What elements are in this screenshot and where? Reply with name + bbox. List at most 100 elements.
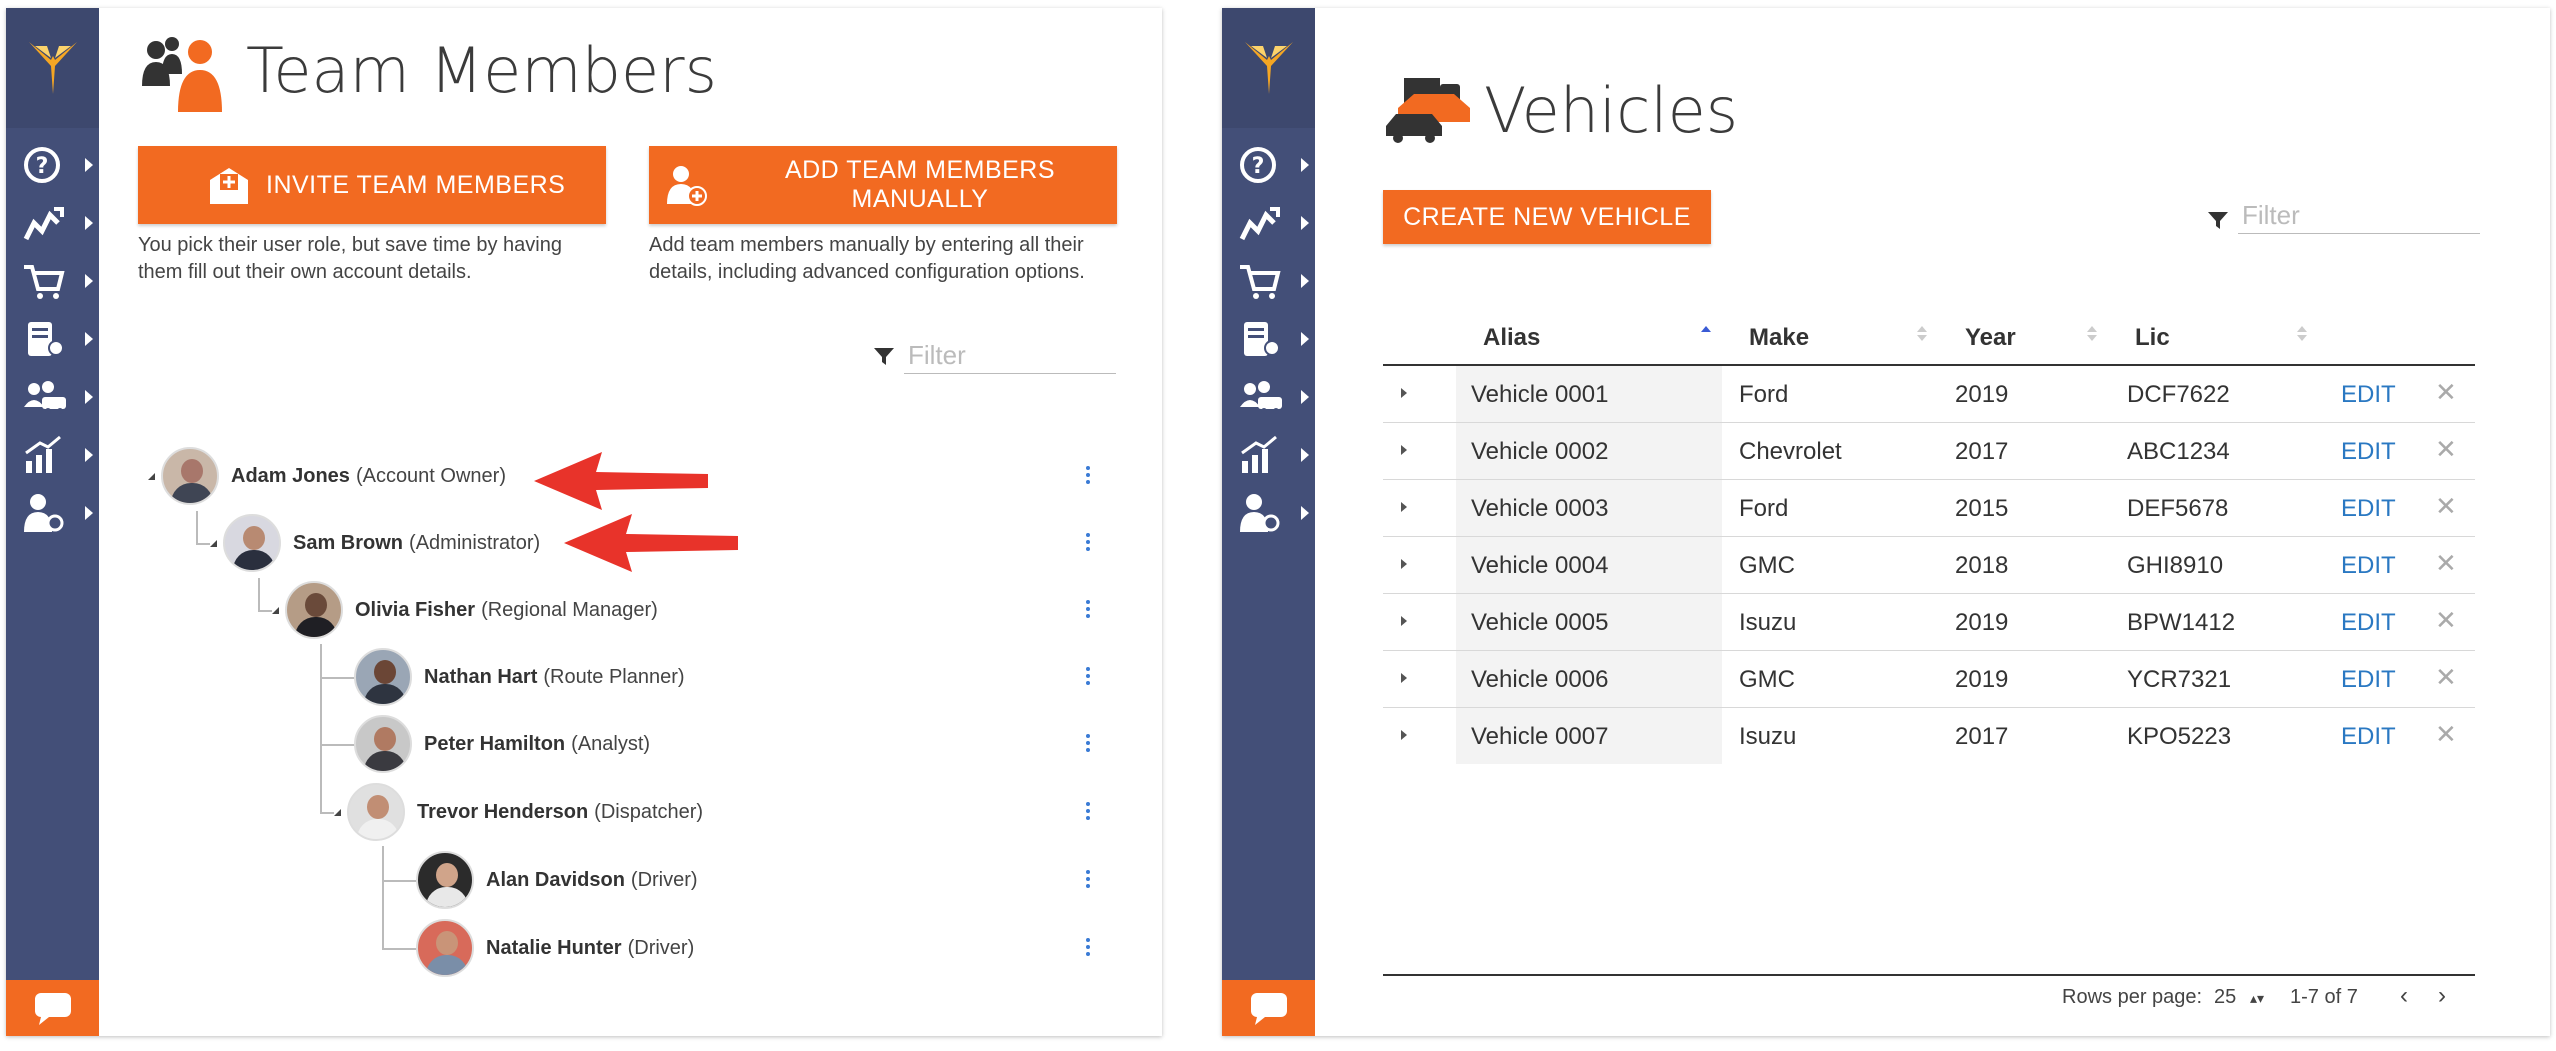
member-name: Adam Jones <box>231 464 350 487</box>
kebab-menu-icon[interactable] <box>1086 667 1092 687</box>
collapse-toggle-icon[interactable] <box>148 472 155 480</box>
prev-page-button[interactable]: ‹ <box>2400 982 2408 1010</box>
sidebar-item-address-book[interactable] <box>1222 310 1315 368</box>
kebab-menu-icon[interactable] <box>1086 600 1092 620</box>
create-new-vehicle-button[interactable]: CREATE NEW VEHICLE <box>1383 190 1711 244</box>
cell-year: 2017 <box>1955 438 2009 465</box>
table-row[interactable]: Vehicle 0003 Ford 2015 DEF5678 EDIT ✕ <box>1383 480 2475 537</box>
edit-link[interactable]: EDIT <box>2341 552 2396 580</box>
sidebar-item-address-book[interactable] <box>6 310 99 368</box>
edit-link[interactable]: EDIT <box>2341 438 2396 466</box>
kebab-menu-icon[interactable] <box>1086 734 1092 754</box>
table-row[interactable]: Vehicle 0001 Ford 2019 DCF7622 EDIT ✕ <box>1383 366 2475 423</box>
kebab-menu-icon[interactable] <box>1086 533 1092 553</box>
invite-description: You pick their user role, but save time … <box>138 234 562 283</box>
select-arrows-icon[interactable]: ▴▾ <box>2250 990 2264 1007</box>
svg-text:?: ? <box>1252 154 1265 179</box>
chat-button[interactable] <box>6 980 99 1036</box>
tree-row-analyst[interactable]: Peter Hamilton (Analyst) <box>354 714 650 774</box>
sidebar-item-routes[interactable] <box>6 194 99 252</box>
vehicle-filter-input[interactable] <box>2238 198 2480 234</box>
tree-row-driver-1[interactable]: Alan Davidson (Driver) <box>416 850 698 910</box>
sidebar-item-fleet[interactable] <box>6 368 99 426</box>
tree-row-regional-manager[interactable]: Olivia Fisher (Regional Manager) <box>272 580 658 640</box>
tree-row-account-owner[interactable]: Adam Jones (Account Owner) <box>148 446 506 506</box>
expand-row-icon[interactable] <box>1401 388 1407 398</box>
expand-row-icon[interactable] <box>1401 559 1407 569</box>
tree-row-dispatcher[interactable]: Trevor Henderson (Dispatcher) <box>334 782 703 842</box>
add-team-members-manually-button[interactable]: ADD TEAM MEMBERS MANUALLY <box>649 146 1117 224</box>
delete-icon[interactable]: ✕ <box>2435 434 2457 465</box>
invite-team-members-button[interactable]: INVITE TEAM MEMBERS <box>138 146 606 224</box>
sidebar-item-analytics[interactable] <box>6 426 99 484</box>
app-logo[interactable] <box>6 8 99 128</box>
delete-icon[interactable]: ✕ <box>2435 662 2457 693</box>
table-row[interactable]: Vehicle 0006 GMC 2019 YCR7321 EDIT ✕ <box>1383 651 2475 708</box>
kebab-menu-icon[interactable] <box>1086 938 1092 958</box>
sort-icon[interactable] <box>2087 326 2097 341</box>
collapse-toggle-icon[interactable] <box>272 606 279 614</box>
app-logo[interactable] <box>1222 8 1315 128</box>
column-header-lic[interactable]: Lic <box>2135 324 2170 352</box>
edit-link[interactable]: EDIT <box>2341 381 2396 409</box>
chat-button[interactable] <box>1222 980 1315 1036</box>
cell-alias: Vehicle 0007 <box>1471 723 1609 750</box>
help-icon: ? <box>24 147 60 183</box>
cart-icon <box>1240 265 1281 299</box>
cell-lic: BPW1412 <box>2127 609 2236 636</box>
team-filter-input[interactable] <box>904 338 1116 374</box>
sort-icon[interactable] <box>1701 326 1711 341</box>
sidebar-item-fleet[interactable] <box>1222 368 1315 426</box>
sidebar-item-help[interactable]: ? <box>6 136 99 194</box>
add-manual-description: Add team members manually by entering al… <box>649 234 1085 283</box>
tree-row-administrator[interactable]: Sam Brown (Administrator) <box>210 513 540 573</box>
cell-lic: DEF5678 <box>2127 495 2229 522</box>
rows-per-page-select[interactable]: 25 <box>2214 986 2236 1009</box>
delete-icon[interactable]: ✕ <box>2435 377 2457 408</box>
route-icon <box>23 207 64 241</box>
edit-link[interactable]: EDIT <box>2341 723 2396 751</box>
sort-icon[interactable] <box>1917 326 1927 341</box>
sidebar-item-orders[interactable] <box>1222 252 1315 310</box>
sidebar-item-team-settings[interactable] <box>1222 484 1315 542</box>
table-row[interactable]: Vehicle 0005 Isuzu 2019 BPW1412 EDIT ✕ <box>1383 594 2475 651</box>
edit-link[interactable]: EDIT <box>2341 609 2396 637</box>
cell-make: GMC <box>1739 552 1795 579</box>
sidebar-item-routes[interactable] <box>1222 194 1315 252</box>
cell-lic: YCR7321 <box>2127 666 2232 693</box>
sidebar-item-orders[interactable] <box>6 252 99 310</box>
sidebar-item-help[interactable]: ? <box>1222 136 1315 194</box>
kebab-menu-icon[interactable] <box>1086 802 1092 822</box>
sidebar-item-analytics[interactable] <box>1222 426 1315 484</box>
collapse-toggle-icon[interactable] <box>334 808 341 816</box>
delete-icon[interactable]: ✕ <box>2435 605 2457 636</box>
expand-row-icon[interactable] <box>1401 616 1407 626</box>
delete-icon[interactable]: ✕ <box>2435 719 2457 750</box>
tree-row-route-planner[interactable]: Nathan Hart (Route Planner) <box>354 647 685 707</box>
collapse-toggle-icon[interactable] <box>210 539 217 547</box>
column-header-make[interactable]: Make <box>1749 324 1809 352</box>
sidebar-item-team-settings[interactable] <box>6 484 99 542</box>
cell-year: 2018 <box>1955 552 2009 579</box>
kebab-menu-icon[interactable] <box>1086 870 1092 890</box>
kebab-menu-icon[interactable] <box>1086 466 1092 486</box>
edit-link[interactable]: EDIT <box>2341 666 2396 694</box>
expand-row-icon[interactable] <box>1401 730 1407 740</box>
expand-row-icon[interactable] <box>1401 502 1407 512</box>
table-row[interactable]: Vehicle 0004 GMC 2018 GHI8910 EDIT ✕ <box>1383 537 2475 594</box>
next-page-button[interactable]: › <box>2438 982 2446 1010</box>
chat-icon <box>34 993 71 1025</box>
edit-link[interactable]: EDIT <box>2341 495 2396 523</box>
delete-icon[interactable]: ✕ <box>2435 548 2457 579</box>
table-row[interactable]: Vehicle 0002 Chevrolet 2017 ABC1234 EDIT… <box>1383 423 2475 480</box>
red-arrow-icon <box>564 514 738 572</box>
cell-year: 2015 <box>1955 495 2009 522</box>
tree-row-driver-2[interactable]: Natalie Hunter (Driver) <box>416 918 694 978</box>
column-header-year[interactable]: Year <box>1965 324 2016 352</box>
expand-row-icon[interactable] <box>1401 673 1407 683</box>
table-row[interactable]: Vehicle 0007 Isuzu 2017 KPO5223 EDIT ✕ <box>1383 708 2475 765</box>
expand-row-icon[interactable] <box>1401 445 1407 455</box>
delete-icon[interactable]: ✕ <box>2435 491 2457 522</box>
sort-icon[interactable] <box>2297 326 2307 341</box>
column-header-alias[interactable]: Alias <box>1483 324 1540 352</box>
